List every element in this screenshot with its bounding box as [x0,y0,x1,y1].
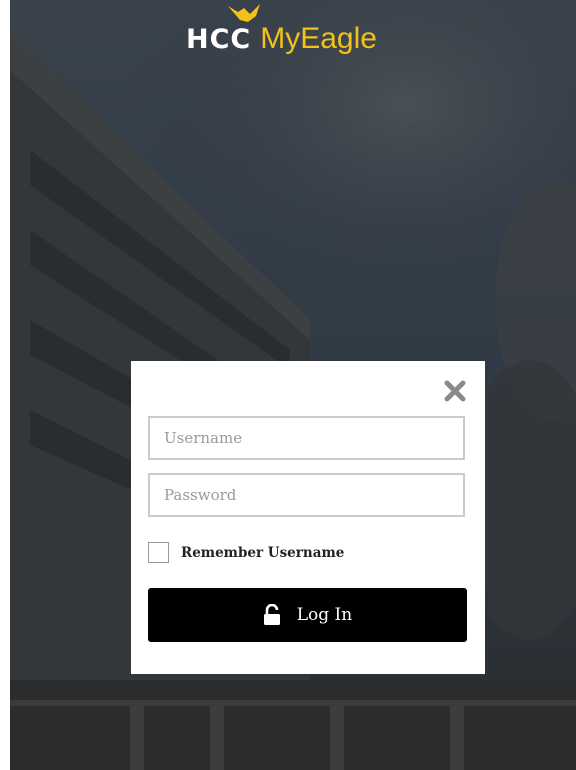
username-input[interactable] [148,416,465,460]
login-button[interactable]: Log In [148,588,467,642]
close-icon[interactable] [443,379,467,403]
remember-label: Remember Username [181,544,345,561]
remember-username-toggle[interactable]: Remember Username [148,542,344,563]
logo-myeagle-text: MyEagle [260,22,377,55]
login-button-label: Log In [296,605,353,625]
page-edge [0,0,10,770]
logo-hcc-text: HCC [186,24,252,55]
remember-checkbox[interactable] [148,542,169,563]
brand-logo: HCC MyEagle [186,2,377,62]
unlock-icon [263,604,280,625]
login-dialog: Remember Username Log In [131,361,485,674]
password-input[interactable] [148,473,465,517]
